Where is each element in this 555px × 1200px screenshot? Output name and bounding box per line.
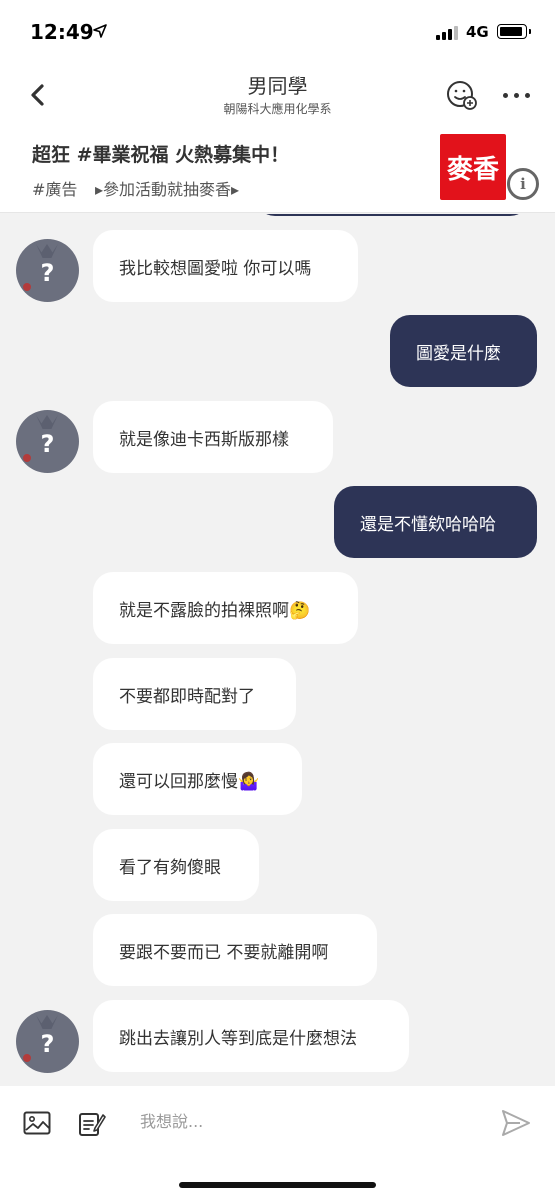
incoming-message[interactable]: 就是不露臉的拍裸照啊🤔 <box>93 572 358 644</box>
incoming-message[interactable]: 不要都即時配對了 <box>93 658 296 730</box>
message-input[interactable] <box>140 1106 470 1136</box>
outgoing-message[interactable]: 還是不懂欸哈哈哈 <box>334 486 537 558</box>
home-indicator <box>179 1182 376 1188</box>
incoming-message[interactable]: 要跟不要而已 不要就離開啊 <box>93 914 377 986</box>
incoming-message[interactable]: 看了有夠傻眼 <box>93 829 259 901</box>
more-dots-icon[interactable] <box>500 84 534 106</box>
incoming-message[interactable]: 就是像迪卡西斯版那樣 <box>93 401 333 473</box>
outgoing-bubble-partial <box>255 214 530 216</box>
message-composer <box>0 1086 555 1200</box>
outgoing-message[interactable]: 圖愛是什麼 <box>390 315 537 387</box>
message-list[interactable]: ? 我比較想圖愛啦 你可以嗎 圖愛是什麼 ? 就是像迪卡西斯版那樣 還是不懂欸哈… <box>0 214 555 1086</box>
emoji-add-icon[interactable] <box>445 78 479 112</box>
status-bar: 12:49 4G <box>0 0 555 62</box>
ad-info-icon[interactable]: i <box>507 168 539 200</box>
location-arrow-icon <box>93 24 107 38</box>
ad-tag: #廣告 <box>32 180 78 199</box>
battery-icon <box>497 24 531 39</box>
contact-avatar[interactable]: ? <box>16 410 79 473</box>
ad-logo-text: 麥香 <box>446 154 499 185</box>
contact-avatar[interactable]: ? <box>16 1010 79 1073</box>
contact-avatar[interactable]: ? <box>16 239 79 302</box>
note-icon[interactable] <box>78 1110 106 1138</box>
ad-banner[interactable]: 超狂 #畢業祝福 火熱募集中！ #廣告 ▸參加活動就抽麥香▸ 麥香 i <box>0 128 555 213</box>
incoming-message[interactable]: 還可以回那麼慢🤷‍♀️ <box>93 743 302 815</box>
network-label: 4G <box>466 23 489 41</box>
send-icon[interactable] <box>500 1107 532 1139</box>
status-time: 12:49 <box>30 20 94 44</box>
signal-icon <box>436 26 462 40</box>
chat-header: 男同學 朝陽科大應用化學系 <box>0 62 555 128</box>
ad-link[interactable]: ▸參加活動就抽麥香▸ <box>95 176 239 200</box>
ad-title: 超狂 #畢業祝福 火熱募集中！ <box>32 144 290 166</box>
image-icon[interactable] <box>23 1111 51 1135</box>
incoming-message[interactable]: 我比較想圖愛啦 你可以嗎 <box>93 230 358 302</box>
incoming-message[interactable]: 跳出去讓別人等到底是什麼想法 <box>93 1000 409 1072</box>
ad-logo[interactable]: 麥香 <box>440 134 506 200</box>
